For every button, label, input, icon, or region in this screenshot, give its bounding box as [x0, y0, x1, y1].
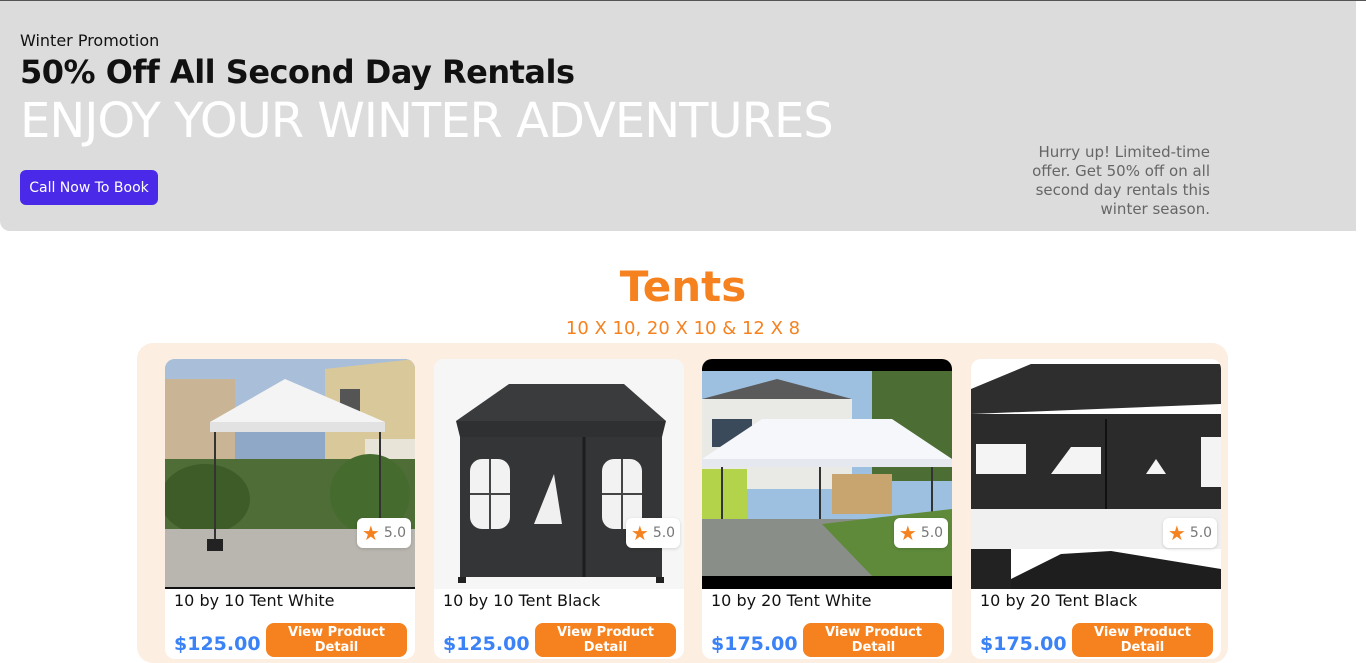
star-icon: ★ [898, 521, 917, 545]
star-icon: ★ [630, 521, 649, 545]
product-name: 10 by 10 Tent Black [443, 591, 601, 610]
call-now-button[interactable]: Call Now To Book [20, 170, 158, 205]
product-card[interactable]: ★ 5.0 10 by 10 Tent White $125.00 View P… [165, 359, 415, 659]
product-name: 10 by 10 Tent White [174, 591, 335, 610]
product-image [165, 359, 415, 589]
promo-note: Hurry up! Limited-time offer. Get 50% of… [1032, 143, 1210, 218]
product-price: $175.00 [711, 633, 798, 655]
rating-badge: ★ 5.0 [357, 518, 411, 548]
product-card[interactable]: ★ 5.0 10 by 10 Tent Black $125.00 View P… [434, 359, 684, 659]
rating-value: 5.0 [383, 525, 407, 541]
product-price: $175.00 [980, 633, 1067, 655]
product-price: $125.00 [443, 633, 530, 655]
view-product-detail-button[interactable]: View Product Detail [535, 623, 676, 657]
star-icon: ★ [361, 521, 380, 545]
rating-badge: ★ 5.0 [626, 518, 680, 548]
section-subtitle: 10 X 10, 20 X 10 & 12 X 8 [565, 318, 801, 339]
promo-title: 50% Off All Second Day Rentals [20, 53, 575, 91]
promo-eyebrow: Winter Promotion [20, 31, 160, 50]
promo-hero-heading: ENJOY YOUR WINTER ADVENTURES [20, 93, 834, 149]
product-name: 10 by 20 Tent White [711, 591, 872, 610]
product-price: $125.00 [174, 633, 261, 655]
rating-badge: ★ 5.0 [1163, 518, 1217, 548]
star-icon: ★ [1167, 521, 1186, 545]
section-title: Tents [619, 262, 747, 311]
product-card[interactable]: ★ 5.0 10 by 20 Tent White $175.00 View P… [702, 359, 952, 659]
product-card[interactable]: ★ 5.0 10 by 20 Tent Black $175.00 View P… [971, 359, 1221, 659]
product-name: 10 by 20 Tent Black [980, 591, 1138, 610]
rating-badge: ★ 5.0 [894, 518, 948, 548]
product-image [971, 359, 1221, 589]
view-product-detail-button[interactable]: View Product Detail [803, 623, 944, 657]
view-product-detail-button[interactable]: View Product Detail [266, 623, 407, 657]
view-product-detail-button[interactable]: View Product Detail [1072, 623, 1213, 657]
product-image [702, 359, 952, 589]
promo-banner: Winter Promotion 50% Off All Second Day … [0, 1, 1356, 231]
product-image [434, 359, 684, 589]
rating-value: 5.0 [1189, 525, 1213, 541]
rating-value: 5.0 [920, 525, 944, 541]
rating-value: 5.0 [652, 525, 676, 541]
